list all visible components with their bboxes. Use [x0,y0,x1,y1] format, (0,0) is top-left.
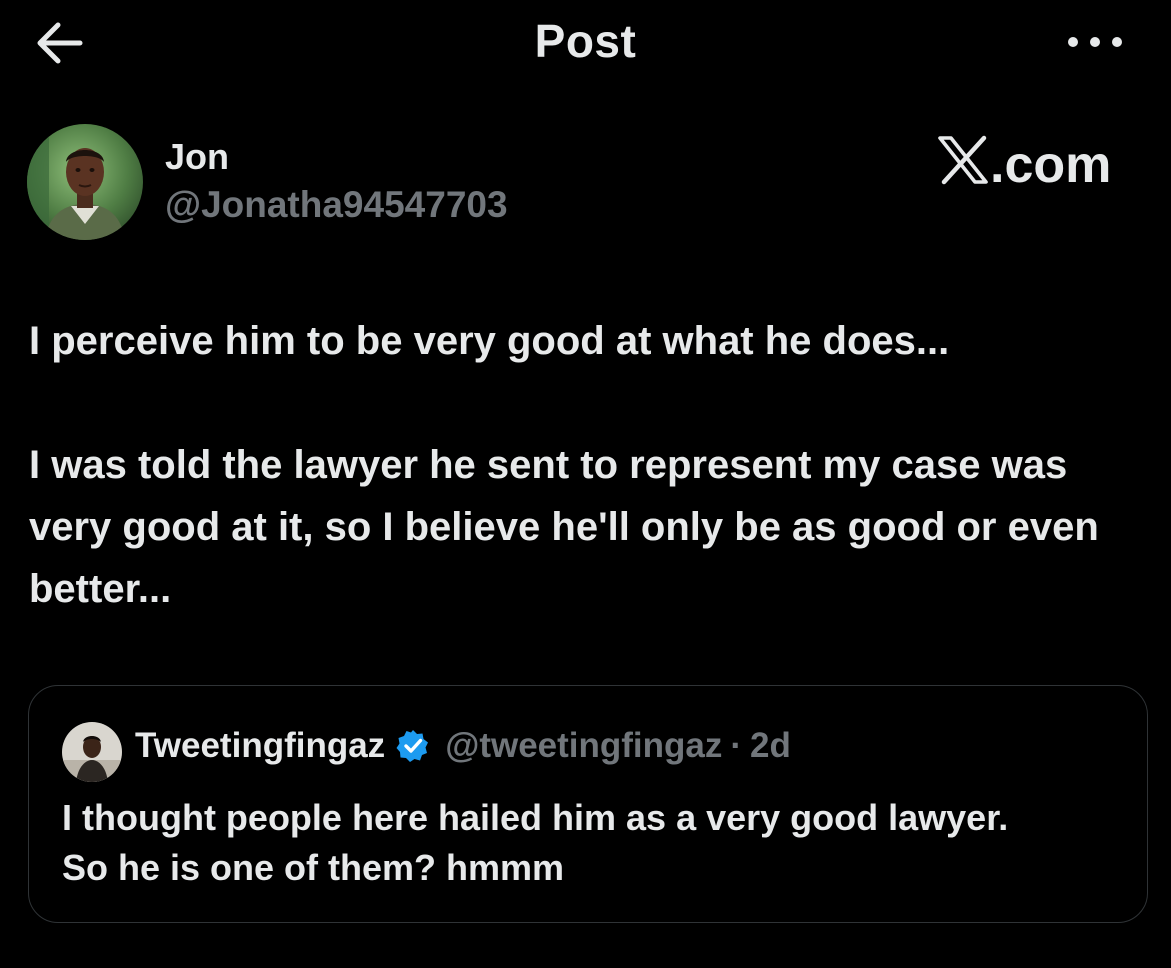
separator-dot: · [730,726,743,765]
quoted-author-handle[interactable]: @tweetingfingaz [445,726,722,766]
top-bar: Post [0,0,1171,84]
quoted-author-avatar[interactable] [62,722,122,782]
quoted-post-header: Tweetingfingaz @tweetingfingaz · 2d [135,726,791,766]
brand-domain-text: .com [990,136,1111,192]
quoted-post-body: I thought people here hailed him as a ve… [62,793,1132,893]
author-display-name[interactable]: Jon [165,136,229,178]
quoted-author-name[interactable]: Tweetingfingaz [135,726,385,766]
author-avatar[interactable] [27,124,143,240]
verified-badge-icon [395,728,431,764]
quoted-post-line: I thought people here hailed him as a ve… [62,797,1009,838]
quoted-post-line: So he is one of them? hmmm [62,847,565,888]
author-handle[interactable]: @Jonatha94547703 [165,184,508,226]
quoted-post-card[interactable]: Tweetingfingaz @tweetingfingaz · 2d I th… [28,685,1148,923]
x-logo-icon: .com [936,128,1126,194]
quoted-post-timestamp[interactable]: 2d [750,726,791,766]
tweet-paragraph: I was told the lawyer he sent to represe… [29,443,1099,611]
page-title: Post [534,15,637,67]
tweet-body: I perceive him to be very good at what h… [29,310,1149,620]
more-horizontal-icon [1068,37,1122,47]
tweet-paragraph: I perceive him to be very good at what h… [29,319,950,363]
more-options-button[interactable] [1060,22,1130,62]
